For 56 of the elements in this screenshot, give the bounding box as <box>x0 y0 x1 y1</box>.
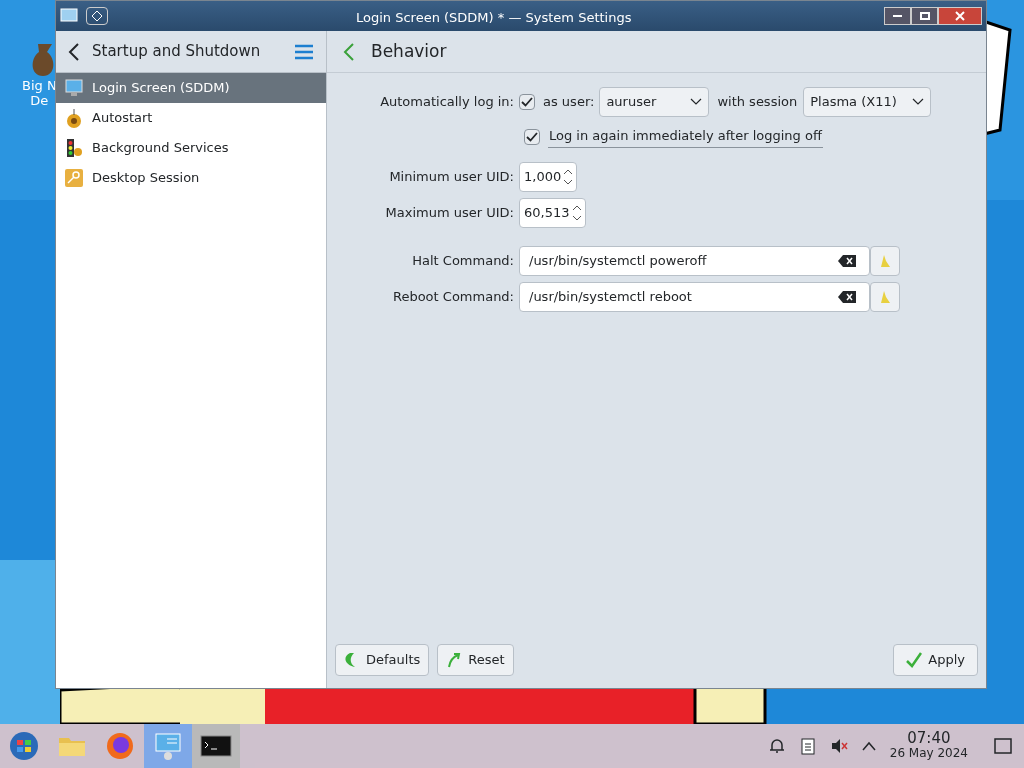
window-title: Login Screen (SDDM) * — System Settings <box>356 9 632 27</box>
show-desktop-icon[interactable] <box>994 737 1012 755</box>
pin-button[interactable] <box>86 7 108 25</box>
field-label: Maximum user UID: <box>384 203 515 222</box>
checkmark-icon <box>906 652 923 668</box>
clear-icon[interactable] <box>838 254 856 267</box>
defaults-button[interactable]: Defaults <box>335 644 430 676</box>
settings-icon <box>152 730 184 762</box>
field-label: Minimum user UID: <box>388 167 515 186</box>
close-icon <box>955 11 965 21</box>
field-label: Automatically log in: <box>379 93 515 112</box>
chevron-down-icon <box>912 98 925 106</box>
field-label: Halt Command: <box>411 251 515 270</box>
field-label: with session <box>717 93 798 112</box>
maximize-button[interactable] <box>911 7 938 25</box>
pin-icon <box>92 11 102 21</box>
menu-icon[interactable] <box>294 43 314 60</box>
close-button[interactable] <box>938 7 982 25</box>
text-field[interactable]: /usr/bin/systemctl poweroff <box>519 245 870 276</box>
app-icon <box>60 7 78 25</box>
start-icon <box>8 730 40 762</box>
terminal-task-button[interactable] <box>192 724 240 768</box>
checkbox[interactable] <box>524 128 540 145</box>
page-title: Behavior <box>371 39 447 63</box>
sidebar-item[interactable]: Login Screen (SDDM) <box>56 73 326 103</box>
clipboard-icon[interactable] <box>799 737 816 755</box>
mute-icon[interactable] <box>829 737 848 755</box>
checkbox[interactable] <box>519 94 535 110</box>
arrow-icon <box>446 652 463 668</box>
sidebar-item[interactable]: Background Services <box>56 133 326 163</box>
clear-icon[interactable] <box>838 290 856 303</box>
checkbox-label[interactable]: Log in again immediately after logging off <box>548 126 823 148</box>
browser-icon <box>104 730 136 762</box>
notification-icon[interactable] <box>767 737 786 755</box>
sidebar-item[interactable]: Desktop Session <box>56 163 326 193</box>
sidebar-item[interactable]: Autostart <box>56 103 326 133</box>
monitor-icon <box>64 78 84 98</box>
minimize-button[interactable] <box>884 7 911 25</box>
dropdown[interactable]: auruser <box>599 87 710 117</box>
reset-button[interactable]: Reset <box>437 644 514 676</box>
field-label: as user: <box>543 93 595 112</box>
back-icon[interactable] <box>68 41 80 62</box>
traffic-light-icon <box>64 138 84 158</box>
apply-button[interactable]: Apply <box>893 644 978 676</box>
text-field[interactable]: /usr/bin/systemctl reboot <box>519 281 870 312</box>
spin-box[interactable]: 1,000 <box>519 161 578 192</box>
clock-date[interactable]: 26 May 2024 <box>889 746 968 761</box>
chevron-down-icon <box>690 98 703 106</box>
clock-time[interactable]: 07:40 <box>907 731 951 746</box>
expand-tray-icon[interactable] <box>861 741 876 751</box>
dropdown[interactable]: Plasma (X11) <box>803 87 932 117</box>
money-bag-icon[interactable] <box>30 42 56 78</box>
key-icon <box>64 168 84 188</box>
sidebar-title: Startup and Shutdown <box>92 41 261 63</box>
field-label: Reboot Command: <box>391 287 515 306</box>
spin-box[interactable]: 60,513 <box>519 197 586 228</box>
